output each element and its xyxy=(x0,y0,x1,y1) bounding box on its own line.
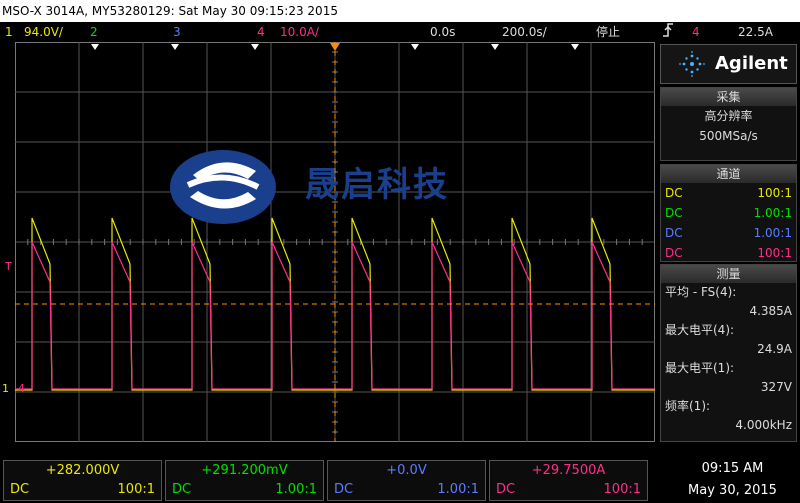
clock-date: May 30, 2015 xyxy=(688,483,777,498)
waveform-display[interactable]: 晟启科技 T 1 4 xyxy=(2,42,655,442)
channel-probe: 100:1 xyxy=(757,246,792,260)
measurement-label: 平均 - FS(4): xyxy=(665,285,737,299)
ch1-scale[interactable]: 94.0V/ xyxy=(24,22,63,42)
clock-time: 09:15 AM xyxy=(701,461,764,476)
agilent-spark-icon xyxy=(679,51,705,77)
ch3-number[interactable]: 3 xyxy=(173,22,181,42)
ch1-number[interactable]: 1 xyxy=(5,22,13,42)
trigger-level[interactable]: 22.5A xyxy=(738,22,773,42)
channels-panel[interactable]: 通道 DC 100:1 DC 1.00:1 DC 1.00:1 DC 100:1 xyxy=(660,164,797,262)
channel-coupling: DC xyxy=(665,246,683,260)
measurement-label: 最大电平(4): xyxy=(665,323,735,337)
ch2-coupling: DC xyxy=(172,482,192,497)
measurement-value: 327V xyxy=(760,380,792,394)
ch3-coupling: DC xyxy=(334,482,354,497)
ch4-number[interactable]: 4 xyxy=(257,22,265,42)
brand-panel: Agilent xyxy=(660,44,797,84)
channel-coupling: DC xyxy=(665,186,683,200)
time-marker xyxy=(491,44,499,50)
trigger-source: 4 xyxy=(692,25,700,39)
measurements-header: 测量 xyxy=(661,265,796,283)
channel-coupling: DC xyxy=(665,226,683,240)
time-marker xyxy=(171,44,179,50)
ch1-info-box[interactable]: +282.000V DC 100:1 xyxy=(3,460,162,501)
ch1-offset: +282.000V xyxy=(45,463,120,478)
measurements-panel[interactable]: 测量 平均 - FS(4): 4.385A 最大电平(4): 24.9A 最大电… xyxy=(660,264,797,442)
measurement-label: 最大电平(1): xyxy=(665,361,735,375)
ch4-info-box[interactable]: +29.7500A DC 100:1 xyxy=(489,460,648,501)
channel-row-1[interactable]: DC 100:1 xyxy=(661,183,796,203)
watermark-text: 晟启科技 xyxy=(305,165,449,205)
ch4-scale[interactable]: 10.0A/ xyxy=(280,22,319,42)
time-delay[interactable]: 0.0s xyxy=(430,22,455,42)
acquire-mode: 高分辨率 xyxy=(704,109,753,123)
clock: 09:15 AM May 30, 2015 xyxy=(665,458,800,503)
measurement-label: 频率(1): xyxy=(665,399,711,413)
ch3-offset: +0.0V xyxy=(386,463,427,478)
channel-row-3[interactable]: DC 1.00:1 xyxy=(661,223,796,243)
ch1-probe: 100:1 xyxy=(117,482,155,497)
run-state[interactable]: 停止 xyxy=(596,22,620,42)
acquire-header: 采集 xyxy=(661,88,796,106)
time-marker xyxy=(91,44,99,50)
ch1-ground-marker[interactable]: 1 xyxy=(2,382,9,395)
ch1-coupling: DC xyxy=(10,482,30,497)
channel-probe: 1.00:1 xyxy=(753,226,792,240)
trigger-edge-icon xyxy=(662,22,674,44)
ch3-info-box[interactable]: +0.0V DC 1.00:1 xyxy=(327,460,486,501)
watermark-logo-icon xyxy=(170,150,276,224)
channels-header: 通道 xyxy=(661,165,796,183)
window-title: MSO-X 3014A, MY53280129: Sat May 30 09:1… xyxy=(2,4,338,18)
ch3-probe: 1.00:1 xyxy=(437,482,479,497)
channel-row-4[interactable]: DC 100:1 xyxy=(661,243,796,263)
acquire-panel[interactable]: 采集 高分辨率 500MSa/s xyxy=(660,87,797,161)
measurement-value: 4.000kHz xyxy=(735,418,792,432)
trigger-marker: T xyxy=(5,260,12,273)
ch4-probe: 100:1 xyxy=(603,482,641,497)
brand-name: Agilent xyxy=(715,53,788,74)
ch2-number[interactable]: 2 xyxy=(90,22,98,42)
time-marker xyxy=(251,44,259,50)
measurement-value: 4.385A xyxy=(749,304,792,318)
waveform-graticule xyxy=(15,42,655,442)
channel-probe: 1.00:1 xyxy=(753,206,792,220)
channel-coupling: DC xyxy=(665,206,683,220)
window-title-bar: MSO-X 3014A, MY53280129: Sat May 30 09:1… xyxy=(0,0,800,22)
ch4-offset: +29.7500A xyxy=(531,463,606,478)
time-marker xyxy=(571,44,579,50)
ch4-ground-marker[interactable]: 4 xyxy=(18,382,25,395)
top-status-bar: 1 94.0V/ 2 3 4 10.0A/ 0.0s 200.0s/ 停止 4 … xyxy=(0,22,800,42)
ch2-info-box[interactable]: +291.200mV DC 1.00:1 xyxy=(165,460,324,501)
channel-info-bar: +282.000V DC 100:1 +291.200mV DC 1.00:1 … xyxy=(0,458,660,503)
ch2-probe: 1.00:1 xyxy=(275,482,317,497)
ch2-offset: +291.200mV xyxy=(201,463,288,478)
time-marker xyxy=(411,44,419,50)
acquire-rate: 500MSa/s xyxy=(699,129,758,143)
time-scale[interactable]: 200.0s/ xyxy=(502,22,547,42)
channel-row-2[interactable]: DC 1.00:1 xyxy=(661,203,796,223)
measurement-value: 24.9A xyxy=(757,342,792,356)
channel-probe: 100:1 xyxy=(757,186,792,200)
ch4-coupling: DC xyxy=(496,482,516,497)
